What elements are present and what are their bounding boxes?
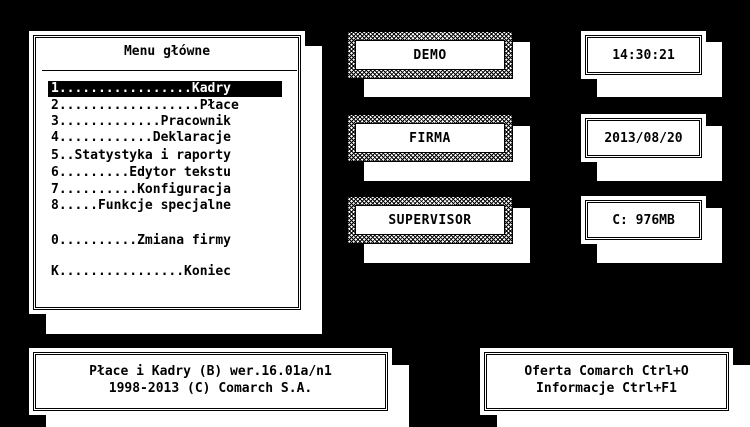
menu-item-zmiana-firmy[interactable]: 0..........Zmiana firmy [48,233,282,249]
date-display: 2013/08/20 [585,118,702,158]
menu-item-statystyka[interactable]: 5..Statystyka i raporty [48,148,282,164]
version-line-2: 1998-2013 (C) Comarch S.A. [108,381,313,396]
clock-display: 14:30:21 [585,35,702,75]
menu-item-place[interactable]: 2..................Płace [48,98,282,114]
demo-button[interactable]: DEMO [355,40,505,70]
version-line-1: Płace i Kadry (B) wer.16.01a/n1 [89,364,332,379]
menu-item-pracownik[interactable]: 3.............Pracownik [48,114,282,130]
supervisor-button[interactable]: SUPERVISOR [355,205,505,235]
firma-button[interactable]: FIRMA [355,123,505,153]
menu-title: Menu główne [123,44,211,59]
menu-item-deklaracje[interactable]: 4............Deklaracje [48,130,282,146]
help-offer-shortcut: Oferta Comarch Ctrl+O [524,364,689,379]
menu-item-konfiguracja[interactable]: 7..........Konfiguracja [48,182,282,198]
help-info-shortcut: Informacje Ctrl+F1 [536,381,677,396]
menu-item-kadry[interactable]: 1.................Kadry [48,81,282,97]
menu-item-funkcje[interactable]: 8.....Funkcje specjalne [48,198,282,214]
menu-item-koniec[interactable]: K................Koniec [48,264,282,280]
menu-item-edytor[interactable]: 6.........Edytor tekstu [48,165,282,181]
disk-space-display: C: 976MB [585,200,702,240]
menu-separator [42,70,297,71]
